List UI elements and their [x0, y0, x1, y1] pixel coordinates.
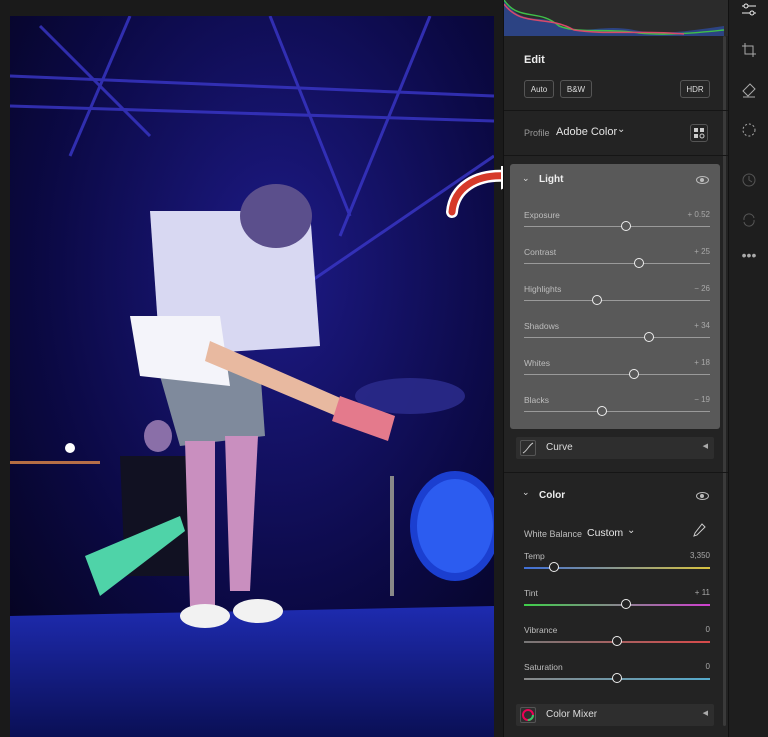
eyedropper-icon[interactable]	[692, 523, 706, 544]
slider-value[interactable]: + 0.52	[660, 210, 710, 219]
slider-value[interactable]: 3,350	[660, 551, 710, 560]
slider-knob[interactable]	[591, 295, 602, 305]
slider-knob[interactable]	[597, 406, 608, 416]
slider-value[interactable]: + 18	[660, 358, 710, 367]
eye-icon[interactable]	[696, 176, 709, 184]
edit-title: Edit	[524, 54, 545, 66]
slider-value[interactable]: + 11	[660, 588, 710, 597]
light-section: ⌄ Light Exposure + 0.52 Contrast + 25 Highli…	[510, 164, 720, 429]
slider-label: Saturation	[524, 662, 563, 672]
slider-knob[interactable]	[612, 636, 622, 646]
hdr-button[interactable]: HDR	[680, 80, 710, 98]
divider	[504, 110, 729, 111]
profile-label: Profile	[524, 128, 550, 138]
sync-icon[interactable]	[739, 210, 759, 230]
slider-knob[interactable]	[628, 369, 639, 379]
sliders-icon[interactable]	[739, 0, 759, 20]
edit-panel: Edit Auto B&W HDR Profile Adobe Color ⌄ …	[503, 0, 729, 737]
light-title[interactable]: Light	[539, 174, 563, 185]
slider-knob[interactable]	[621, 599, 632, 609]
slider-label: Temp	[524, 551, 545, 561]
history-icon[interactable]	[739, 170, 759, 190]
eraser-icon[interactable]	[739, 80, 759, 100]
photo-illustration	[10, 16, 494, 737]
panel-scrollbar[interactable]	[723, 36, 726, 726]
slider-label: Shadows	[524, 321, 559, 331]
caret-left-icon: ◀	[702, 443, 708, 450]
profile-browser-icon[interactable]	[690, 124, 708, 142]
slider-track[interactable]	[524, 411, 710, 412]
slider-knob[interactable]	[621, 221, 632, 231]
slider-label: Blacks	[524, 395, 550, 405]
color-wheel-icon	[520, 707, 536, 723]
slider-track[interactable]	[524, 263, 710, 264]
slider-track[interactable]	[524, 604, 710, 606]
white-balance-label: White Balance	[524, 529, 583, 539]
crop-icon[interactable]	[739, 40, 759, 60]
slider-track[interactable]	[524, 300, 710, 301]
slider-value[interactable]: 0	[660, 662, 710, 671]
curve-title: Curve	[546, 442, 573, 453]
slider-label: Highlights	[524, 284, 562, 294]
slider-knob[interactable]	[612, 673, 622, 683]
slider-track[interactable]	[524, 374, 710, 375]
caret-left-icon: ◀	[702, 710, 708, 717]
photo-canvas-area	[0, 0, 503, 737]
more-icon[interactable]: •••	[739, 245, 759, 265]
color-mixer-title: Color Mixer	[546, 709, 598, 720]
eye-icon[interactable]	[696, 492, 709, 500]
profile-dropdown[interactable]: Adobe Color	[556, 126, 617, 138]
auto-button[interactable]: Auto	[524, 80, 554, 98]
bw-button[interactable]: B&W	[560, 80, 592, 98]
color-mixer-row[interactable]: Color Mixer ◀	[516, 704, 714, 726]
chevron-down-icon[interactable]: ⌄	[522, 487, 530, 498]
slider-label: Tint	[524, 588, 538, 598]
chevron-down-icon[interactable]: ⌄	[617, 124, 625, 135]
chevron-down-icon[interactable]: ⌄	[627, 525, 635, 536]
divider	[504, 155, 729, 156]
curve-row[interactable]: Curve ◀	[516, 437, 714, 459]
slider-track[interactable]	[524, 226, 710, 227]
slider-knob[interactable]	[643, 332, 654, 342]
histogram	[504, 0, 729, 36]
slider-label: Exposure	[524, 210, 560, 220]
curve-icon	[520, 440, 536, 456]
concert-photo[interactable]	[10, 16, 494, 737]
color-title[interactable]: Color	[539, 490, 565, 501]
slider-label: Whites	[524, 358, 550, 368]
tool-strip: •••	[728, 0, 768, 737]
slider-label: Contrast	[524, 247, 557, 257]
mask-icon[interactable]	[739, 120, 759, 140]
divider	[504, 472, 729, 473]
white-balance-dropdown[interactable]: Custom	[587, 527, 623, 539]
slider-knob[interactable]	[634, 258, 645, 268]
slider-knob[interactable]	[548, 562, 559, 572]
slider-value[interactable]: − 19	[660, 395, 710, 404]
slider-value[interactable]: − 26	[660, 284, 710, 293]
chevron-down-icon[interactable]: ⌄	[522, 173, 530, 184]
slider-label: Vibrance	[524, 625, 558, 635]
slider-track[interactable]	[524, 337, 710, 338]
slider-value[interactable]: + 25	[660, 247, 710, 256]
slider-value[interactable]: + 34	[660, 321, 710, 330]
slider-value[interactable]: 0	[660, 625, 710, 634]
